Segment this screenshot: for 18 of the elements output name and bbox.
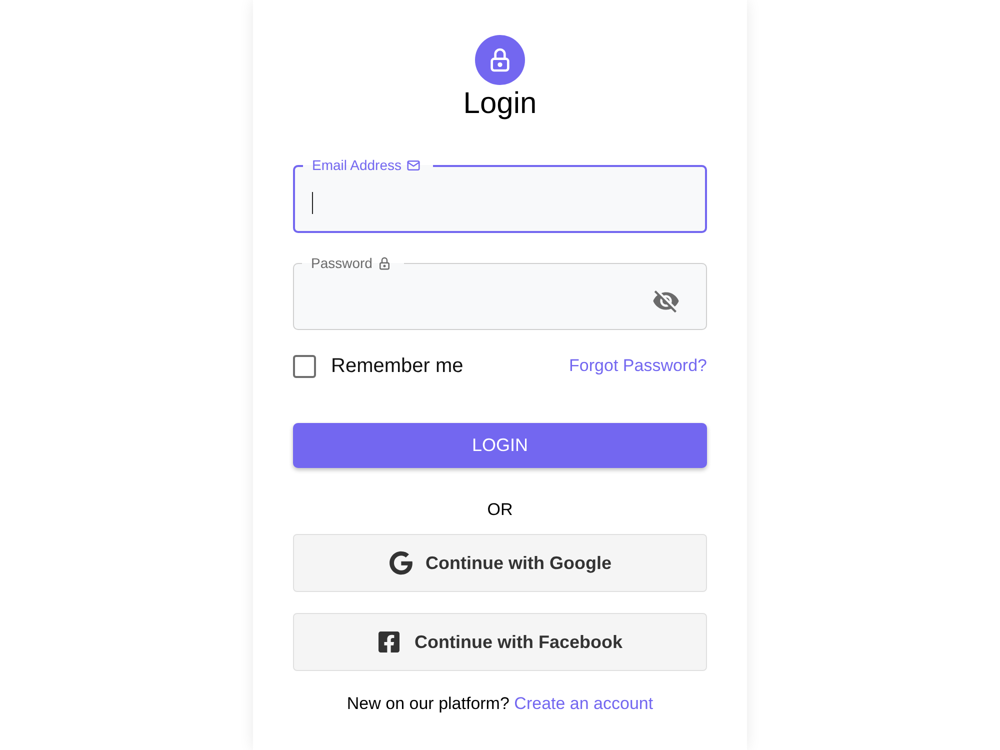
google-g-icon (388, 551, 412, 575)
login-title: Login (463, 87, 537, 121)
password-field[interactable]: Password (293, 255, 707, 330)
signup-prompt: New on our platform? Create an account (346, 694, 654, 714)
create-account-link[interactable]: Create an account (514, 694, 654, 713)
remember-me-label: Remember me (331, 354, 464, 378)
google-login-button[interactable]: Continue with Google (293, 534, 707, 592)
mail-icon (406, 158, 422, 173)
facebook-f-icon (377, 630, 402, 654)
forgot-password-link[interactable]: Forgot Password? (569, 356, 707, 376)
remember-checkbox[interactable] (293, 354, 316, 378)
or-divider-text: OR (486, 500, 514, 520)
login-button[interactable]: LOGIN (293, 423, 707, 468)
lock-icon (377, 256, 392, 271)
text-cursor-icon (312, 192, 313, 214)
email-field[interactable]: Email Address (293, 157, 707, 233)
facebook-login-button[interactable]: Continue with Facebook (293, 613, 707, 671)
lock-icon (475, 35, 525, 85)
